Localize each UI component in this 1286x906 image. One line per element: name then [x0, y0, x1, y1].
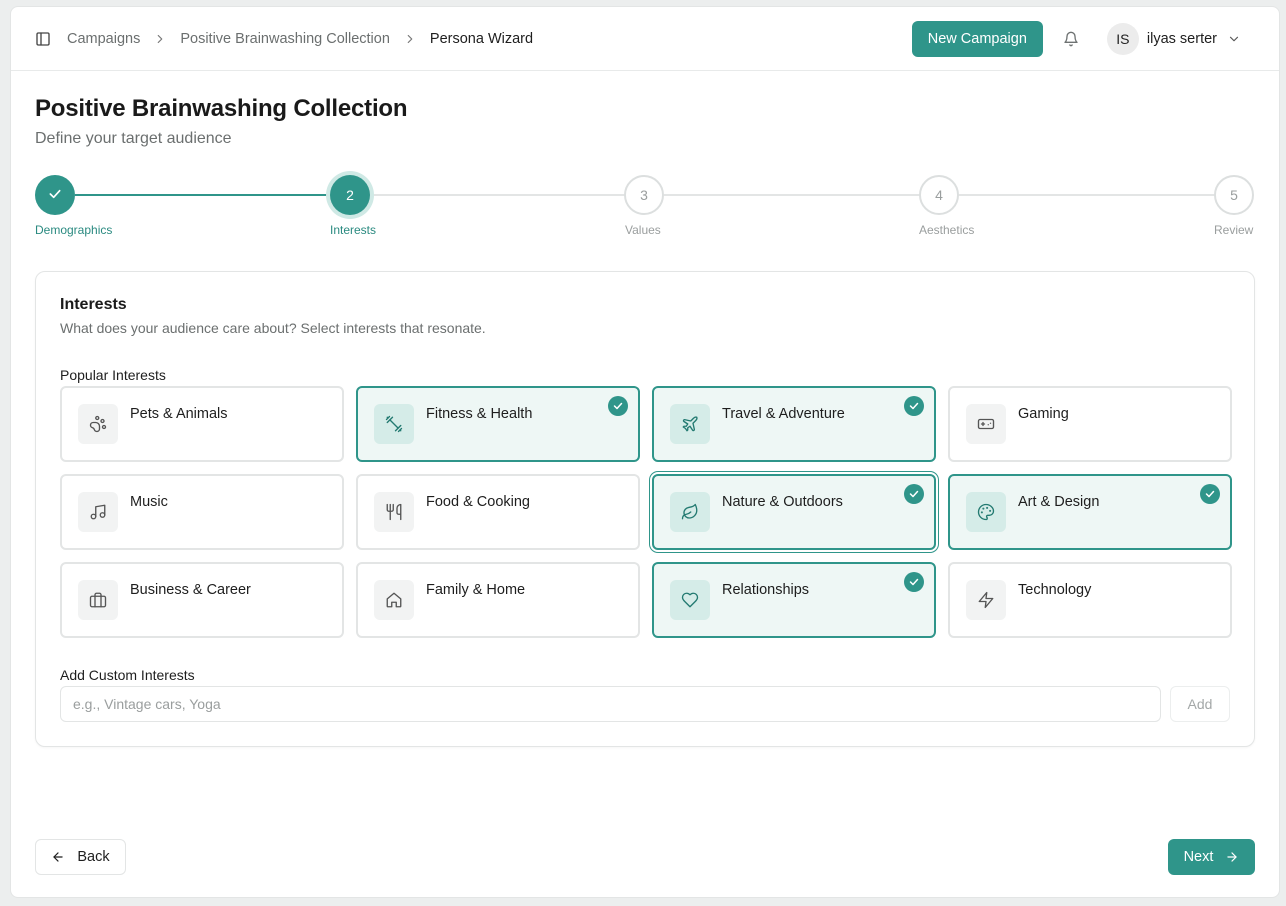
chevron-right-icon — [153, 32, 167, 46]
interest-tile-relationships[interactable]: Relationships — [652, 562, 936, 638]
check-circle-icon — [608, 396, 628, 416]
interest-tile-technology[interactable]: Technology — [948, 562, 1232, 638]
check-circle-icon — [904, 396, 924, 416]
custom-interests-label: Add Custom Interests — [60, 667, 195, 683]
interest-tile-food[interactable]: Food & Cooking — [356, 474, 640, 550]
wizard-stepper: Demographics 2 Interests 3 Values 4 Aest… — [11, 173, 1279, 243]
step-label: Demographics — [35, 223, 113, 237]
avatar: IS — [1106, 22, 1139, 55]
check-icon — [47, 186, 63, 205]
step-3-values[interactable]: 3 — [624, 175, 664, 215]
bell-icon[interactable] — [1061, 29, 1081, 49]
sidebar-toggle-icon[interactable] — [33, 29, 53, 49]
custom-interest-input[interactable] — [60, 686, 1161, 722]
breadcrumb-campaigns[interactable]: Campaigns — [67, 31, 140, 47]
step-label: Values — [625, 223, 661, 237]
interest-label: Relationships — [722, 582, 810, 598]
dumbbell-icon — [374, 404, 414, 444]
interest-label: Fitness & Health — [426, 406, 533, 422]
interest-label: Gaming — [1018, 406, 1069, 422]
check-circle-icon — [904, 484, 924, 504]
header-actions: New Campaign IS ilyas serter — [911, 20, 1257, 57]
interests-grid: Pets & Animals Fitness & Health Travel &… — [60, 386, 1232, 638]
arrow-right-icon — [1225, 850, 1239, 864]
card-description: What does your audience care about? Sele… — [60, 320, 486, 336]
page-title: Positive Brainwashing Collection — [35, 95, 408, 122]
interest-label: Business & Career — [130, 582, 251, 598]
top-bar: Campaigns Positive Brainwashing Collecti… — [11, 7, 1279, 71]
breadcrumb-persona-wizard: Persona Wizard — [429, 30, 534, 47]
step-1-demographics[interactable] — [35, 175, 75, 215]
app-window: Campaigns Positive Brainwashing Collecti… — [10, 6, 1280, 898]
home-icon — [374, 580, 414, 620]
step-connector — [369, 194, 625, 196]
step-2-interests[interactable]: 2 — [330, 175, 370, 215]
back-button[interactable]: Back — [35, 839, 126, 875]
check-circle-icon — [904, 572, 924, 592]
plane-icon — [670, 404, 710, 444]
briefcase-icon — [78, 580, 118, 620]
interest-tile-travel[interactable]: Travel & Adventure — [652, 386, 936, 462]
card-title: Interests — [60, 296, 127, 313]
step-label: Review — [1214, 223, 1254, 237]
interest-tile-business[interactable]: Business & Career — [60, 562, 344, 638]
interest-tile-art[interactable]: Art & Design — [948, 474, 1232, 550]
step-4-aesthetics[interactable]: 4 — [919, 175, 959, 215]
user-menu[interactable]: IS ilyas serter — [1106, 22, 1241, 55]
interest-label: Music — [130, 494, 168, 510]
gamepad-icon — [966, 404, 1006, 444]
check-circle-icon — [1200, 484, 1220, 504]
interest-tile-gaming[interactable]: Gaming — [948, 386, 1232, 462]
interest-label: Food & Cooking — [426, 494, 530, 510]
palette-icon — [966, 492, 1006, 532]
interest-label: Nature & Outdoors — [722, 494, 843, 510]
breadcrumb-collection[interactable]: Positive Brainwashing Collection — [180, 31, 390, 47]
popular-interests-label: Popular Interests — [60, 367, 166, 383]
step-connector — [664, 194, 920, 196]
add-interest-button[interactable]: Add — [1170, 686, 1230, 722]
interest-label: Travel & Adventure — [722, 406, 845, 422]
page-subtitle: Define your target audience — [35, 130, 232, 147]
interest-label: Art & Design — [1018, 494, 1100, 510]
step-label: Interests — [330, 223, 377, 237]
user-name: ilyas serter — [1146, 30, 1217, 47]
arrow-left-icon — [51, 850, 65, 864]
breadcrumb: Campaigns Positive Brainwashing Collecti… — [67, 31, 533, 47]
step-5-review[interactable]: 5 — [1214, 175, 1254, 215]
step-connector — [75, 194, 329, 196]
next-button[interactable]: Next — [1168, 839, 1255, 875]
step-connector — [959, 194, 1215, 196]
next-label: Next — [1183, 849, 1214, 865]
zap-icon — [966, 580, 1006, 620]
chevron-right-icon — [403, 32, 417, 46]
back-label: Back — [77, 849, 110, 865]
interest-tile-pets[interactable]: Pets & Animals — [60, 386, 344, 462]
paw-icon — [78, 404, 118, 444]
interest-tile-music[interactable]: Music — [60, 474, 344, 550]
interests-card: Interests What does your audience care a… — [35, 271, 1255, 747]
leaf-icon — [670, 492, 710, 532]
step-label: Aesthetics — [919, 223, 975, 237]
chevron-down-icon — [1227, 32, 1241, 46]
interest-label: Pets & Animals — [130, 406, 228, 422]
utensils-icon — [374, 492, 414, 532]
interest-tile-family[interactable]: Family & Home — [356, 562, 640, 638]
interest-label: Technology — [1018, 582, 1092, 598]
heart-icon — [670, 580, 710, 620]
interest-tile-fitness[interactable]: Fitness & Health — [356, 386, 640, 462]
interest-label: Family & Home — [426, 582, 526, 598]
music-icon — [78, 492, 118, 532]
interest-tile-nature[interactable]: Nature & Outdoors — [652, 474, 936, 550]
new-campaign-button[interactable]: New Campaign — [911, 20, 1043, 57]
